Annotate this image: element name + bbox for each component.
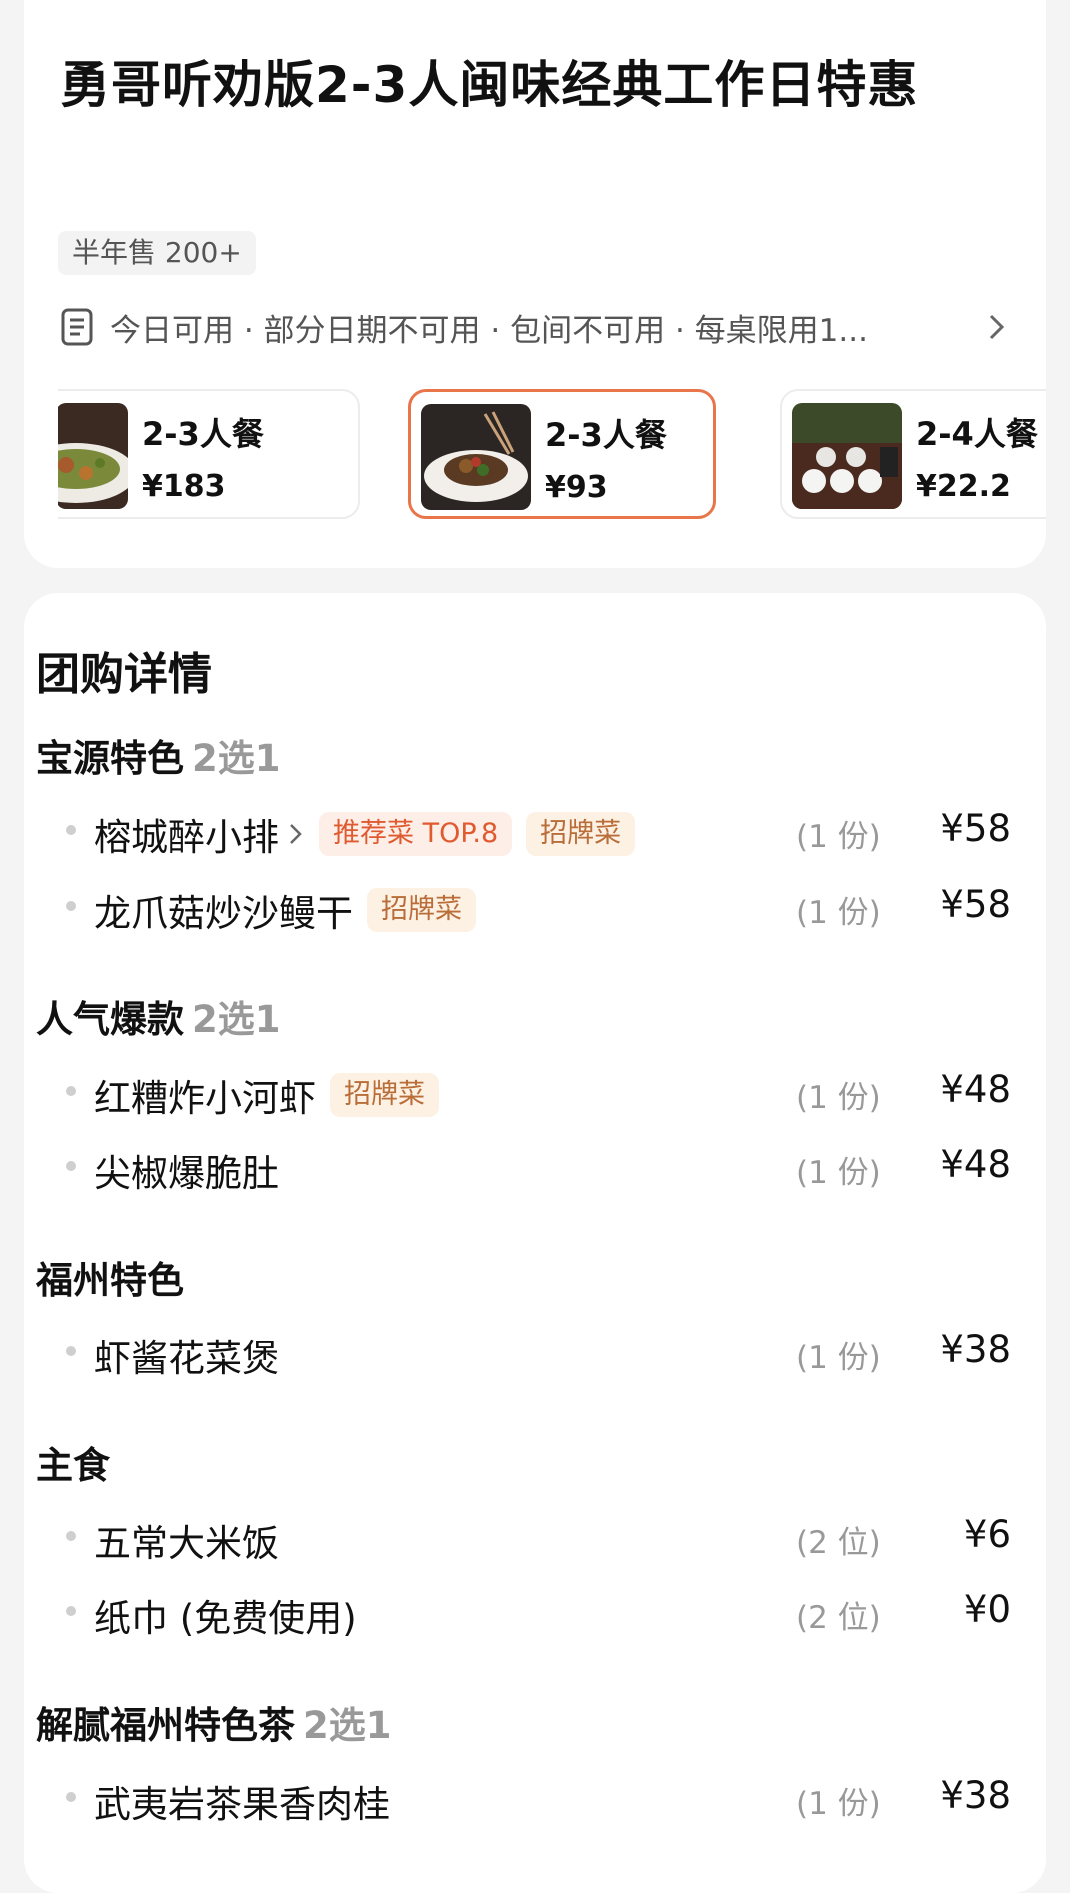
bullet [66, 1346, 76, 1356]
dish-name: 武夷岩茶果香肉桂 [94, 1783, 390, 1826]
section-title: 解腻福州特色茶 2选1 [36, 1695, 392, 1749]
dish-name: 五常大米饭 [94, 1522, 279, 1565]
dish-name: 红糟炸小河虾 [94, 1077, 316, 1120]
dish-quantity: (1 份) [796, 1786, 881, 1822]
recommend-tag: 推荐菜 TOP.8 [319, 812, 513, 856]
sales-badge: 半年售 200+ [58, 231, 256, 275]
section-name: 主食 [36, 1444, 110, 1487]
dish-row: 尖椒爆脆肚 (1 份) ¥48 [36, 1139, 1011, 1195]
dish-price: ¥6 [963, 1513, 1011, 1556]
signature-tag: 招牌菜 [367, 888, 476, 932]
combo-name: 2-3人餐 [142, 415, 264, 453]
section-title: 宝源特色 2选1 [36, 728, 281, 782]
combo-price: ¥22.2 [916, 469, 1011, 504]
dish-name: 尖椒爆脆肚 [94, 1152, 279, 1195]
bullet [66, 1086, 76, 1096]
deal-title: 勇哥听劝版2-3人闽味经典工作日特惠 [60, 56, 919, 114]
bullet [66, 1606, 76, 1616]
section-name: 解腻福州特色茶 [36, 1704, 295, 1747]
dish-quantity: (2 位) [796, 1600, 881, 1636]
combo-price: ¥183 [142, 469, 226, 504]
dish-row: 五常大米饭 (2 位) ¥6 [36, 1509, 1011, 1565]
section-title: 主食 [36, 1435, 110, 1489]
signature-tag: 招牌菜 [526, 812, 636, 856]
dish-price: ¥58 [940, 883, 1011, 926]
chevron-right-icon [989, 314, 1005, 340]
deal-header-card: 勇哥听劝版2-3人闽味经典工作日特惠 半年售 200+ 今日可用 · 部分日期不… [24, 0, 1046, 568]
dish-photo [58, 403, 128, 509]
combo-option[interactable]: 2-3人餐 ¥183 [58, 389, 360, 519]
dish-row: 武夷岩茶果香肉桂 (1 份) ¥38 [36, 1770, 1011, 1826]
section-pick-rule: 2选1 [192, 998, 281, 1041]
dish-price: ¥0 [963, 1588, 1011, 1631]
dish-price: ¥48 [940, 1068, 1011, 1111]
dish-row: 虾酱花菜煲 (1 份) ¥38 [36, 1324, 1011, 1380]
dish-row[interactable]: 榕城醉小排 推荐菜 TOP.8 招牌菜 (1 份) ¥58 [36, 803, 1011, 859]
dish-price: ¥48 [940, 1143, 1011, 1186]
combo-option[interactable]: 2-4人餐 ¥22.2 [780, 389, 1046, 519]
section-name: 宝源特色 [36, 737, 184, 780]
dish-quantity: (2 位) [796, 1525, 881, 1561]
package-detail-title: 团购详情 [36, 649, 212, 700]
bullet [66, 1531, 76, 1541]
dish-name: 榕城醉小排 [94, 816, 279, 859]
dish-photo [421, 404, 531, 510]
combo-selector: 2-3人餐 ¥183 2-3人餐 ¥93 2-4人餐 ¥22.2 [58, 389, 1046, 523]
dish-quantity: (1 份) [796, 895, 881, 931]
usage-rules-row[interactable]: 今日可用 · 部分日期不可用 · 包间不可用 · 每桌限用1... [60, 304, 1020, 350]
section-pick-rule: 2选1 [192, 737, 281, 780]
combo-name: 2-4人餐 [916, 415, 1038, 453]
combo-option-selected[interactable]: 2-3人餐 ¥93 [408, 389, 716, 519]
dish-quantity: (1 份) [796, 1155, 881, 1191]
combo-price: ¥93 [545, 470, 608, 505]
dish-row: 龙爪菇炒沙鳗干 招牌菜 (1 份) ¥58 [36, 879, 1011, 935]
dish-quantity: (1 份) [796, 1080, 881, 1116]
bullet [66, 1792, 76, 1802]
dish-row: 纸巾 (免费使用) (2 位) ¥0 [36, 1584, 1011, 1640]
section-pick-rule: 2选1 [303, 1704, 392, 1747]
signature-tag: 招牌菜 [330, 1073, 439, 1117]
document-icon [61, 308, 93, 346]
section-title: 福州特色 [36, 1250, 184, 1304]
bullet [66, 825, 76, 835]
dish-row: 红糟炸小河虾 招牌菜 (1 份) ¥48 [36, 1064, 1011, 1120]
bullet [66, 1161, 76, 1171]
dish-quantity: (1 份) [796, 819, 881, 855]
dish-name: 纸巾 (免费使用) [94, 1597, 357, 1640]
section-title: 人气爆款 2选1 [36, 989, 281, 1043]
chevron-right-icon [290, 824, 302, 844]
usage-rules-text: 今日可用 · 部分日期不可用 · 包间不可用 · 每桌限用1... [110, 312, 868, 349]
dish-quantity: (1 份) [796, 1340, 881, 1376]
dish-name: 龙爪菇炒沙鳗干 [94, 892, 353, 935]
bullet [66, 901, 76, 911]
section-name: 人气爆款 [36, 998, 184, 1041]
dish-price: ¥38 [940, 1774, 1011, 1817]
combo-name: 2-3人餐 [545, 416, 667, 454]
dish-price: ¥58 [940, 807, 1011, 850]
dish-price: ¥38 [940, 1328, 1011, 1371]
section-name: 福州特色 [36, 1259, 184, 1302]
dish-photo [792, 403, 902, 509]
dish-name: 虾酱花菜煲 [94, 1337, 279, 1380]
